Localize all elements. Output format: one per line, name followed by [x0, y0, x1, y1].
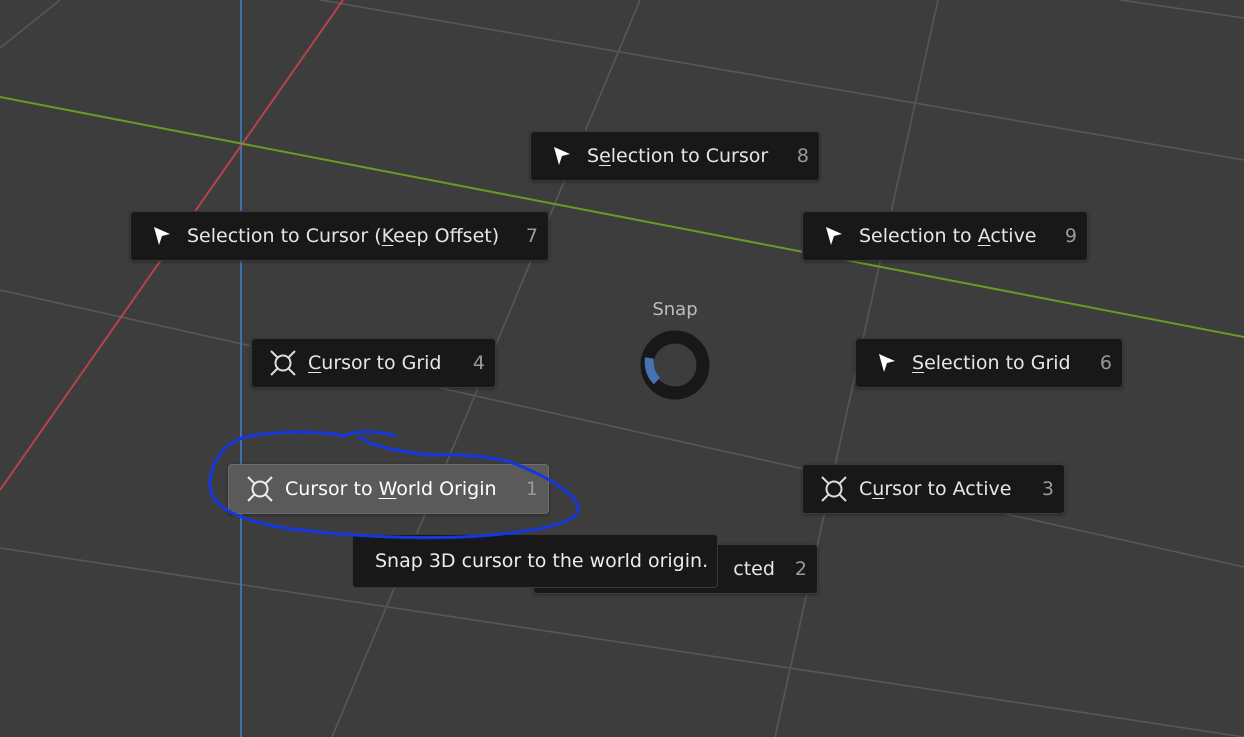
- pie-item-selection-to-cursor[interactable]: Selection to Cursor 8: [530, 131, 820, 181]
- 3d-cursor-icon: [245, 474, 275, 504]
- grid-line: [0, 289, 1244, 568]
- shortcut-key: 1: [525, 478, 538, 500]
- cursor-arrow-icon: [872, 348, 902, 378]
- cursor-arrow-icon: [547, 141, 577, 171]
- shortcut-key: 4: [472, 352, 485, 374]
- 3d-cursor-icon: [819, 474, 849, 504]
- shortcut-key: 9: [1064, 225, 1077, 247]
- pie-direction-indicator: [644, 357, 661, 385]
- pie-menu-center: [640, 330, 710, 400]
- pie-item-selection-to-grid[interactable]: Selection to Grid 6: [855, 338, 1123, 388]
- pie-item-label: Selection to Cursor: [587, 145, 769, 167]
- pie-item-label: Cursor to World Origin: [285, 478, 497, 500]
- tooltip: Snap 3D cursor to the world origin.: [352, 534, 718, 588]
- pie-item-label: Selection to Active: [859, 225, 1037, 247]
- grid-line: [1119, 0, 1244, 19]
- pie-menu-title: Snap: [652, 299, 698, 320]
- pie-item-cursor-to-world-origin[interactable]: Cursor to World Origin 1: [228, 464, 549, 514]
- shortcut-key: 8: [796, 145, 809, 167]
- pie-item-label: Cursor to Active: [859, 478, 1012, 500]
- pie-item-cursor-to-grid[interactable]: Cursor to Grid 4: [251, 338, 496, 388]
- shortcut-key: 2: [794, 558, 807, 580]
- 3d-cursor-icon: [268, 348, 298, 378]
- cursor-arrow-icon: [147, 221, 177, 251]
- shortcut-key: 7: [525, 225, 538, 247]
- pie-item-label: Cursor to Grid: [308, 352, 442, 374]
- pie-item-selection-to-cursor-keep-offset[interactable]: Selection to Cursor (Keep Offset) 7: [130, 211, 549, 261]
- pie-item-label: Selection to Cursor (Keep Offset): [187, 225, 500, 247]
- pie-item-label: Selection to Grid: [912, 352, 1071, 374]
- cursor-arrow-icon: [819, 221, 849, 251]
- tooltip-text: Snap 3D cursor to the world origin.: [375, 550, 709, 572]
- shortcut-key: 6: [1099, 352, 1112, 374]
- pie-item-selection-to-active[interactable]: Selection to Active 9: [802, 211, 1088, 261]
- 3d-viewport[interactable]: Snap Selection to Cursor 8 Selection to …: [0, 0, 1244, 737]
- grid-line: [0, 0, 61, 49]
- pie-item-cursor-to-active[interactable]: Cursor to Active 3: [802, 464, 1065, 514]
- shortcut-key: 3: [1041, 478, 1054, 500]
